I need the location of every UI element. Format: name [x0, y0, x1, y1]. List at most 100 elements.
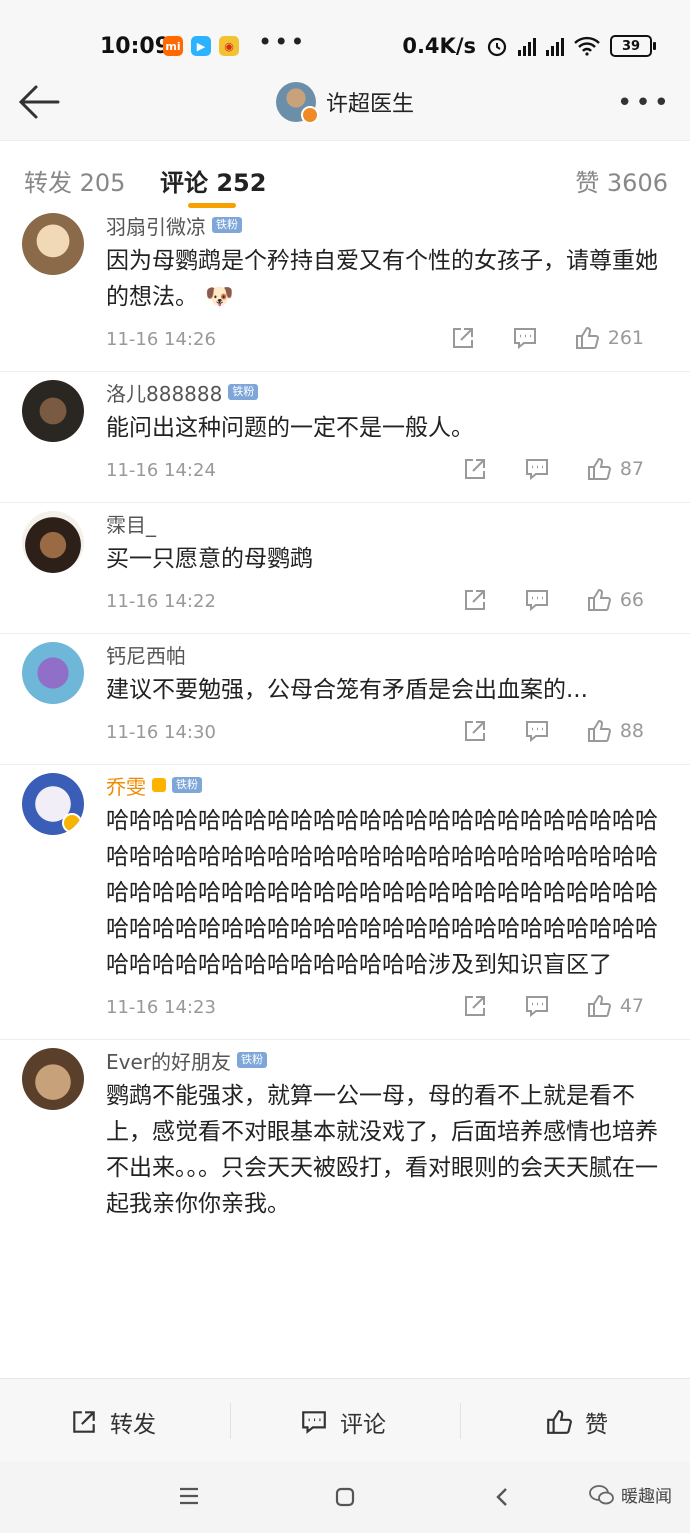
status-time: 10:09 — [100, 34, 171, 59]
like-button[interactable]: 261 — [574, 325, 644, 351]
comment-item: 洛儿888888 铁粉 能问出这种问题的一定不是一般人。 11-16 14:24 … — [0, 372, 690, 503]
watermark-text: 暖趣闻 — [621, 1487, 672, 1507]
comment-item: 乔雯 铁粉 哈哈哈哈哈哈哈哈哈哈哈哈哈哈哈哈哈哈哈哈哈哈哈哈哈哈哈哈哈哈哈哈哈哈哈… — [0, 765, 690, 1040]
like-count: 261 — [607, 327, 644, 349]
like-button[interactable]: 87 — [586, 456, 644, 482]
watermark: 暖趣闻 — [589, 1482, 672, 1507]
menu-icon[interactable] — [178, 1486, 200, 1506]
like-count: 87 — [619, 458, 644, 480]
comment-text: 能问出这种问题的一定不是一般人。 — [106, 415, 474, 441]
comment-item: 钙尼西帕 建议不要勉强，公母合笼有矛盾是会出血案的... 11-16 14:30… — [0, 634, 690, 765]
back-arrow-icon[interactable] — [18, 84, 60, 120]
comment-button[interactable]: 评论 — [300, 1405, 386, 1439]
comment-time: 11-16 14:26 — [106, 329, 216, 350]
battery-icon: 39 — [610, 35, 656, 57]
comment-label: 评论 — [340, 1412, 386, 1438]
like-count: 88 — [619, 720, 644, 742]
avatar[interactable] — [22, 642, 84, 704]
wifi-icon — [574, 36, 600, 56]
like-count: 47 — [619, 995, 644, 1017]
comment-icon[interactable] — [524, 718, 550, 744]
comment-meta: 11-16 14:26 261 — [106, 315, 666, 371]
like-count: 66 — [619, 589, 644, 611]
thumbs-up-icon — [575, 326, 599, 349]
tab-reposts[interactable]: 转发 205 — [24, 163, 125, 198]
comment-username[interactable]: 钙尼西帕 — [106, 634, 666, 668]
fan-badge: 铁粉 — [228, 384, 259, 400]
fan-badge: 铁粉 — [237, 1052, 267, 1068]
repost-icon[interactable] — [462, 718, 488, 744]
signal-icon-2 — [546, 36, 564, 56]
repost-icon[interactable] — [462, 587, 488, 613]
avatar[interactable] — [22, 1048, 84, 1110]
tab-bar: 转发 205 评论 252 赞 3606 — [0, 140, 690, 215]
alarm-icon — [487, 37, 507, 57]
back-icon[interactable] — [494, 1486, 510, 1508]
avatar[interactable] — [22, 213, 84, 275]
comment-username[interactable]: 洛儿888888 铁粉 — [106, 372, 666, 406]
more-options-icon[interactable]: ••• — [617, 88, 672, 118]
like-button[interactable]: 66 — [586, 587, 644, 613]
header-profile[interactable]: 许超医生 — [276, 82, 414, 124]
comment-time: 11-16 14:22 — [106, 591, 216, 612]
wechat-icon — [589, 1484, 614, 1504]
comment-item: Ever的好朋友 铁粉 鹦鹉不能强求，就算一公一母，母的看不上就是看不上，感觉看不… — [0, 1040, 690, 1222]
avatar[interactable] — [22, 511, 84, 573]
repost-icon[interactable] — [462, 456, 488, 482]
avatar[interactable] — [22, 773, 84, 835]
like-button[interactable]: 赞 — [545, 1405, 608, 1439]
status-more-icon: ••• — [258, 28, 307, 56]
thumbs-up-icon — [587, 457, 611, 480]
crown-icon — [152, 778, 166, 792]
thumbs-up-icon — [547, 1410, 572, 1434]
like-button[interactable]: 88 — [586, 718, 644, 744]
comment-username[interactable]: 乔雯 铁粉 — [106, 765, 666, 799]
repost-icon — [73, 1411, 95, 1433]
comment-icon[interactable] — [524, 456, 550, 482]
comment-list: 羽扇引微凉 铁粉 因为母鹦鹉是个矜持自爱又有个性的女孩子，请尊重她的想法。 🐶 1… — [0, 205, 690, 1222]
comment-time: 11-16 14:30 — [106, 722, 216, 743]
status-right: 0.4K/s 39 — [402, 34, 656, 58]
comment-username[interactable]: 羽扇引微凉 铁粉 — [106, 205, 666, 239]
comment-text: 买一只愿意的母鹦鹉 — [106, 546, 313, 572]
thumbs-up-icon — [587, 588, 611, 611]
thumbs-up-icon — [587, 994, 611, 1017]
fan-badge: 铁粉 — [212, 217, 242, 233]
video-app-icon: ▶ — [191, 36, 211, 56]
page-header: 许超医生 ••• — [0, 66, 690, 140]
comment-icon — [302, 1411, 326, 1434]
mi-app-icon: mi — [163, 36, 183, 56]
verified-badge-icon — [62, 813, 82, 833]
tab-likes[interactable]: 赞 3606 — [575, 163, 668, 198]
comment-icon[interactable] — [524, 587, 550, 613]
comment-item: 霂目_ 买一只愿意的母鹦鹉 11-16 14:22 66 — [0, 503, 690, 634]
repost-button[interactable]: 转发 — [70, 1405, 156, 1439]
comment-text: 哈哈哈哈哈哈哈哈哈哈哈哈哈哈哈哈哈哈哈哈哈哈哈哈哈哈哈哈哈哈哈哈哈哈哈哈哈哈哈哈… — [106, 808, 658, 978]
comment-icon[interactable] — [524, 993, 550, 1019]
comment-time: 11-16 14:24 — [106, 460, 216, 481]
weibo-app-icon: ◉ — [219, 36, 239, 56]
signal-icon — [518, 36, 536, 56]
comment-meta: 11-16 14:24 87 — [106, 446, 666, 502]
comment-meta: 11-16 14:30 88 — [106, 708, 666, 764]
comment-icon[interactable] — [512, 325, 538, 351]
like-button[interactable]: 47 — [586, 993, 644, 1019]
home-icon[interactable] — [334, 1486, 356, 1508]
comment-username[interactable]: Ever的好朋友 铁粉 — [106, 1040, 666, 1074]
repost-icon[interactable] — [462, 993, 488, 1019]
divider — [230, 1403, 231, 1439]
dog-emoji-icon: 🐶 — [205, 284, 234, 310]
avatar — [276, 82, 319, 124]
comment-item: 羽扇引微凉 铁粉 因为母鹦鹉是个矜持自爱又有个性的女孩子，请尊重她的想法。 🐶 1… — [0, 205, 690, 372]
fan-badge: 铁粉 — [172, 777, 202, 793]
tab-comments[interactable]: 评论 252 — [160, 163, 266, 198]
repost-icon[interactable] — [450, 325, 476, 351]
avatar[interactable] — [22, 380, 84, 442]
comment-meta: 11-16 14:23 47 — [106, 983, 666, 1039]
thumbs-up-icon — [587, 719, 611, 742]
comment-text: 因为母鹦鹉是个矜持自爱又有个性的女孩子，请尊重她的想法。 🐶 — [106, 248, 658, 310]
comment-meta: 11-16 14:22 66 — [106, 577, 666, 633]
like-label: 赞 — [585, 1412, 608, 1438]
verified-badge-icon — [301, 106, 319, 124]
comment-username[interactable]: 霂目_ — [106, 503, 666, 537]
